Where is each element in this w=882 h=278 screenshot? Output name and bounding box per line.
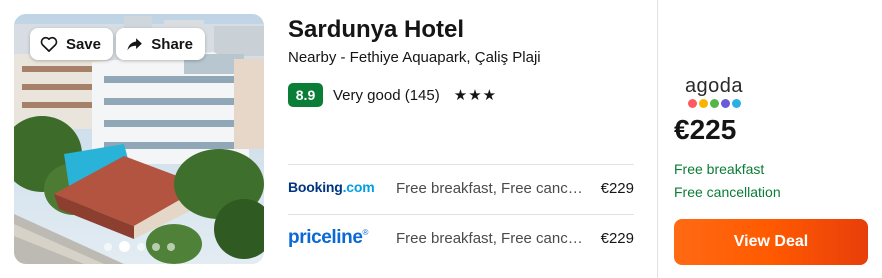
- share-button-label: Share: [151, 35, 193, 53]
- priceline-logo: priceline®: [288, 227, 396, 249]
- agoda-logo: agoda: [683, 76, 745, 108]
- booking-logo-suffix: .com: [342, 179, 375, 195]
- priceline-logo-suffix: ®: [362, 228, 369, 237]
- star-icon: ★★★: [453, 87, 498, 104]
- hotel-photo[interactable]: Save Share: [14, 14, 264, 264]
- hotel-nearby: Nearby - Fethiye Aquapark, Çaliş Plaji: [288, 49, 541, 66]
- carousel-dot[interactable]: [136, 242, 145, 251]
- perk-free-breakfast: Free breakfast: [674, 161, 765, 177]
- provider-row-booking[interactable]: Booking.com Free breakfast, Free cancell…: [288, 164, 634, 212]
- share-arrow-icon: [127, 38, 142, 51]
- carousel-dot-active[interactable]: [118, 241, 130, 252]
- column-divider: [657, 0, 658, 278]
- agoda-logo-dots: [683, 99, 745, 108]
- review-score-badge: 8.9: [288, 83, 323, 107]
- deal-price: €225: [674, 114, 737, 145]
- agoda-logo-word: agoda: [684, 75, 744, 97]
- view-deal-button[interactable]: View Deal: [674, 219, 868, 265]
- share-button[interactable]: Share: [116, 28, 205, 60]
- booking-logo-main: Booking: [288, 179, 343, 195]
- review-summary: Very good (145): [333, 86, 440, 104]
- save-button[interactable]: Save: [30, 28, 113, 60]
- rating-row: 8.9 Very good (145) ★★★: [288, 83, 497, 107]
- priceline-logo-main: priceline: [288, 227, 363, 248]
- provider-price: €229: [600, 229, 634, 247]
- save-button-label: Save: [65, 35, 101, 53]
- carousel-dot[interactable]: [103, 242, 112, 251]
- carousel-indicator: [14, 241, 264, 252]
- provider-description: Free breakfast, Free cancellation: [396, 179, 584, 197]
- hotel-result-card[interactable]: Save Share Sardunya Hotel Nearby - Fethi…: [0, 0, 882, 278]
- booking-logo: Booking.com: [288, 179, 396, 197]
- carousel-dot[interactable]: [151, 242, 160, 251]
- provider-description: Free breakfast, Free cancellation: [396, 229, 584, 247]
- carousel-dot[interactable]: [166, 242, 175, 251]
- perk-free-cancellation: Free cancellation: [674, 184, 781, 200]
- provider-row-priceline[interactable]: priceline® Free breakfast, Free cancella…: [288, 214, 634, 262]
- heart-icon: [40, 36, 58, 52]
- hotel-name[interactable]: Sardunya Hotel: [288, 16, 464, 44]
- provider-price: €229: [600, 179, 634, 197]
